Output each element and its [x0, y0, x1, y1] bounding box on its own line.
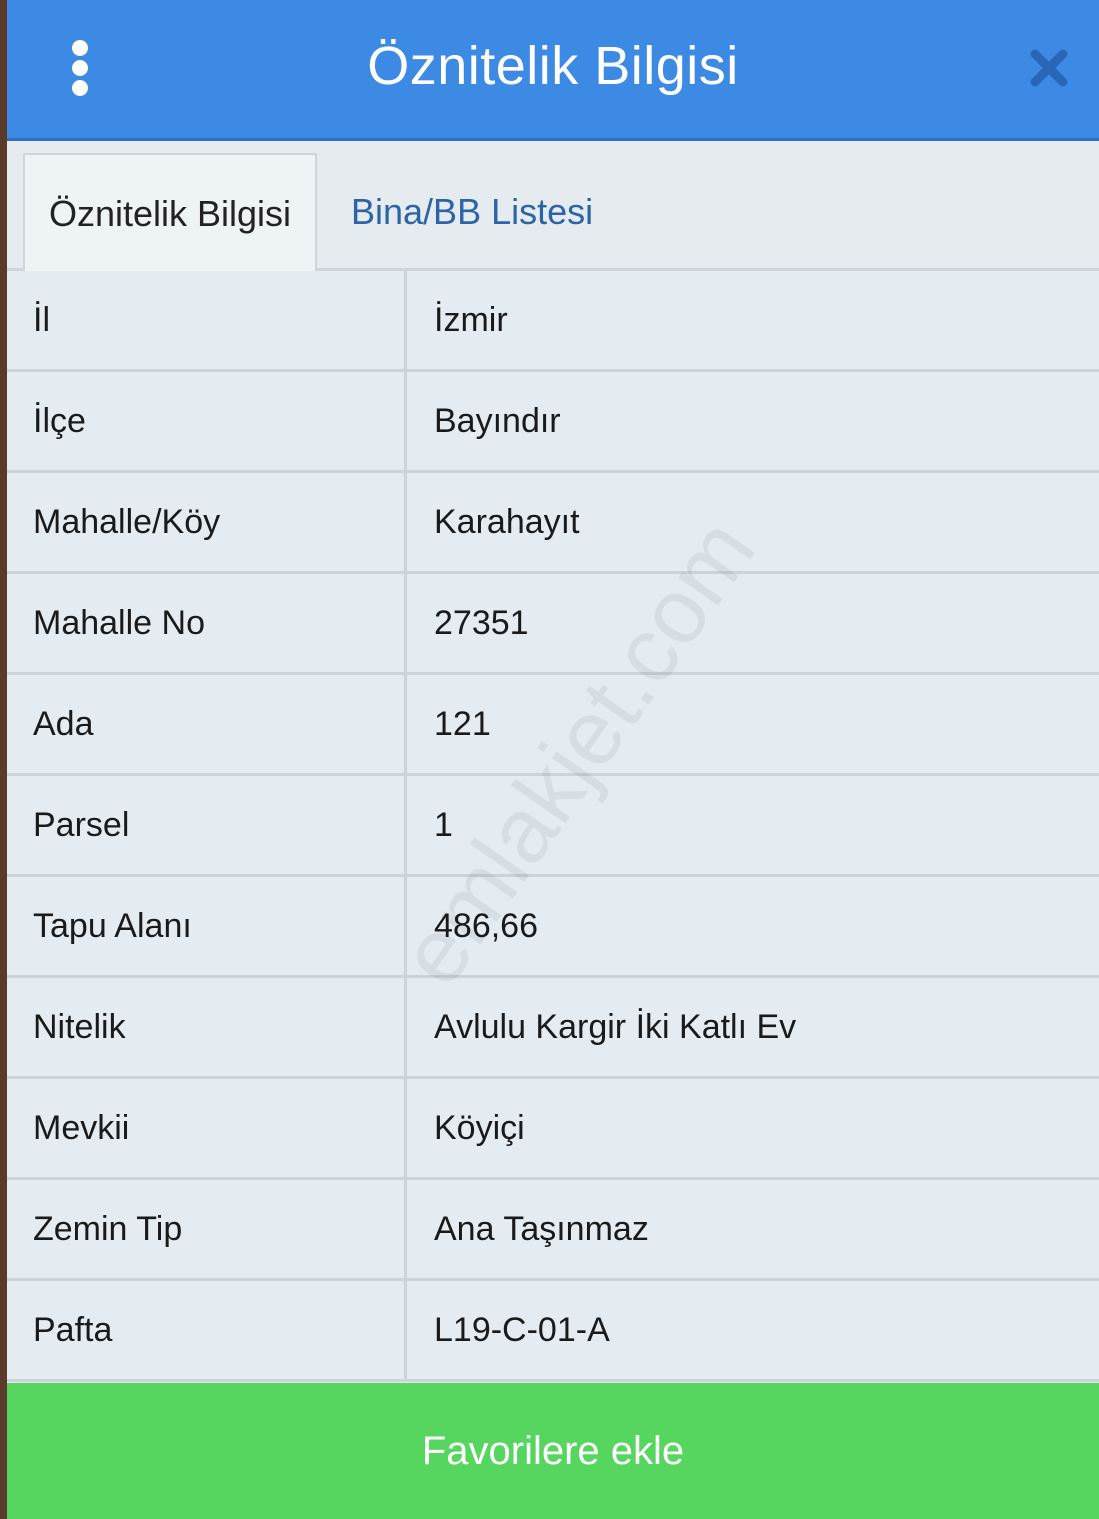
- row-value: Köyiçi: [434, 1109, 525, 1147]
- panel-header: Öznitelik Bilgisi: [7, 0, 1099, 141]
- row-label: Mahalle No: [7, 574, 407, 672]
- table-row: Zemin Tip Ana Taşınmaz: [7, 1180, 1099, 1281]
- row-label: Tapu Alanı: [7, 877, 407, 975]
- table-row: Mahalle No 27351: [7, 574, 1099, 675]
- tab-bar: Öznitelik Bilgisi Bina/BB Listesi: [7, 141, 1099, 274]
- row-value: Avlulu Kargir İki Katlı Ev: [434, 1008, 797, 1046]
- row-value: Ana Taşınmaz: [434, 1210, 649, 1248]
- row-label: İlçe: [7, 372, 407, 470]
- tab-attribute-info[interactable]: Öznitelik Bilgisi: [23, 153, 317, 274]
- row-value: Bayındır: [434, 402, 561, 440]
- close-icon[interactable]: [1027, 46, 1071, 90]
- row-value: Karahayıt: [434, 503, 580, 541]
- row-label: Mevkii: [7, 1079, 407, 1177]
- tab-building-list[interactable]: Bina/BB Listesi: [351, 153, 593, 271]
- table-row: İlçe Bayındır: [7, 372, 1099, 473]
- row-value: 486,66: [434, 907, 538, 945]
- row-label: Mahalle/Köy: [7, 473, 407, 571]
- row-label: Pafta: [7, 1281, 407, 1379]
- table-row: Parsel 1: [7, 776, 1099, 877]
- row-value: 1: [434, 806, 453, 844]
- attribute-table: İl İzmir İlçe Bayındır Mahalle/Köy Karah…: [7, 271, 1099, 1382]
- table-row: Tapu Alanı 486,66: [7, 877, 1099, 978]
- row-label: Zemin Tip: [7, 1180, 407, 1278]
- row-label: Parsel: [7, 776, 407, 874]
- row-value: 121: [434, 705, 491, 743]
- row-value: İzmir: [434, 301, 508, 339]
- row-label: İl: [7, 271, 407, 369]
- table-row: Ada 121: [7, 675, 1099, 776]
- row-value: L19-C-01-A: [434, 1311, 610, 1349]
- panel-title: Öznitelik Bilgisi: [367, 36, 739, 96]
- table-row: Nitelik Avlulu Kargir İki Katlı Ev: [7, 978, 1099, 1079]
- row-value: 27351: [434, 604, 529, 642]
- table-row: Mahalle/Köy Karahayıt: [7, 473, 1099, 574]
- attribute-info-panel: Öznitelik Bilgisi Öznitelik Bilgisi Bina…: [7, 0, 1099, 1519]
- add-to-favorites-button[interactable]: Favorilere ekle: [7, 1383, 1099, 1519]
- table-row: Pafta L19-C-01-A: [7, 1281, 1099, 1382]
- table-row: Mevkii Köyiçi: [7, 1079, 1099, 1180]
- table-row: İl İzmir: [7, 271, 1099, 372]
- row-label: Ada: [7, 675, 407, 773]
- row-label: Nitelik: [7, 978, 407, 1076]
